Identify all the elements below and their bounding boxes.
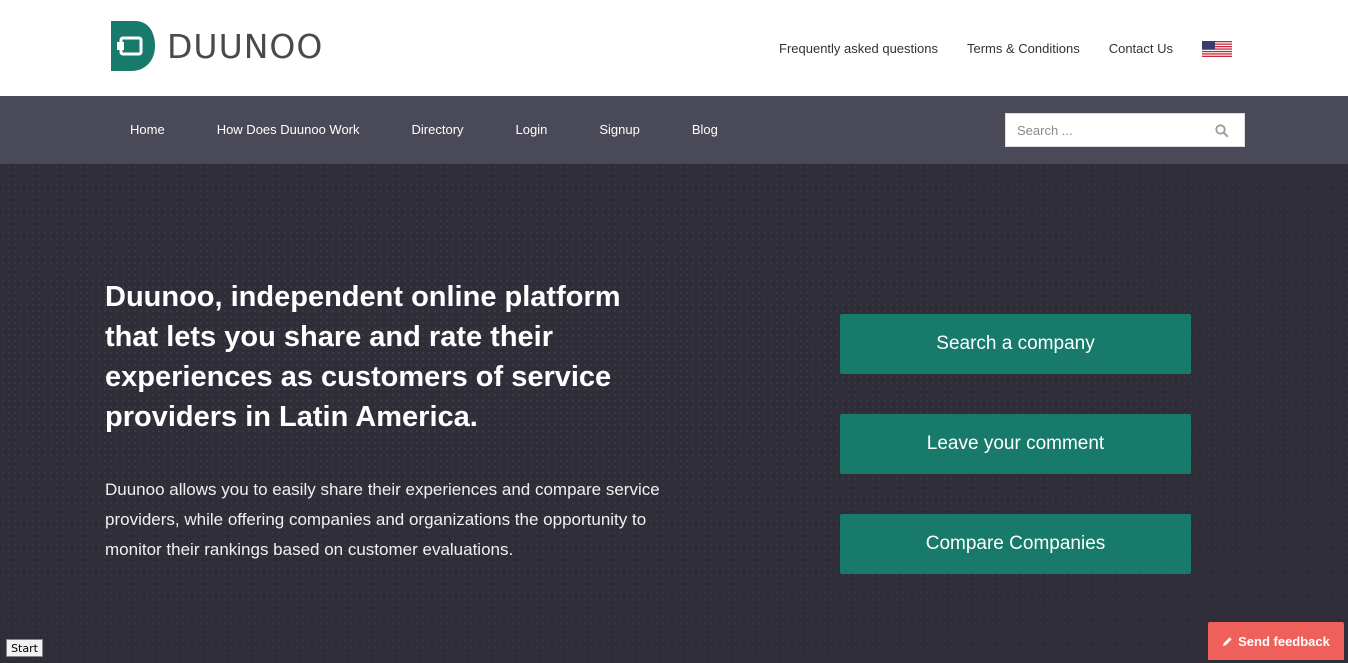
nav-blog[interactable]: Blog — [692, 122, 718, 137]
nav-directory[interactable]: Directory — [412, 122, 464, 137]
compare-companies-button[interactable]: Compare Companies — [840, 514, 1191, 574]
terms-link[interactable]: Terms & Conditions — [967, 41, 1080, 56]
pencil-icon — [1223, 636, 1232, 646]
leave-comment-button[interactable]: Leave your comment — [840, 414, 1191, 474]
top-header: DUUNOO Frequently asked questions Terms … — [0, 0, 1348, 96]
search-icon[interactable] — [1215, 124, 1229, 138]
nav-how-it-works[interactable]: How Does Duunoo Work — [217, 122, 360, 137]
hero-section: Duunoo, independent online platform that… — [0, 164, 1348, 663]
send-feedback-button[interactable]: Send feedback — [1208, 622, 1344, 660]
search-input[interactable] — [1006, 114, 1206, 146]
main-nav: Home How Does Duunoo Work Directory Logi… — [130, 122, 770, 137]
hero-description: Duunoo allows you to easily share their … — [105, 480, 660, 559]
faq-link[interactable]: Frequently asked questions — [779, 41, 938, 56]
search-box — [1005, 113, 1245, 147]
contact-link[interactable]: Contact Us — [1109, 41, 1173, 56]
start-button[interactable]: Start — [6, 639, 43, 657]
search-company-button[interactable]: Search a company — [840, 314, 1191, 374]
brand-name: DUUNOO — [167, 26, 324, 66]
duunoo-logo-icon — [111, 21, 155, 71]
nav-login[interactable]: Login — [516, 122, 548, 137]
hero-headline: Duunoo, independent online platform that… — [105, 281, 621, 433]
brand-logo[interactable]: DUUNOO — [105, 17, 323, 75]
nav-signup[interactable]: Signup — [599, 122, 639, 137]
main-navbar: Home How Does Duunoo Work Directory Logi… — [0, 96, 1348, 164]
send-feedback-label: Send feedback — [1238, 633, 1330, 649]
us-flag-icon[interactable] — [1202, 41, 1233, 57]
nav-home[interactable]: Home — [130, 122, 165, 137]
utility-links: Frequently asked questions Terms & Condi… — [779, 40, 1233, 57]
